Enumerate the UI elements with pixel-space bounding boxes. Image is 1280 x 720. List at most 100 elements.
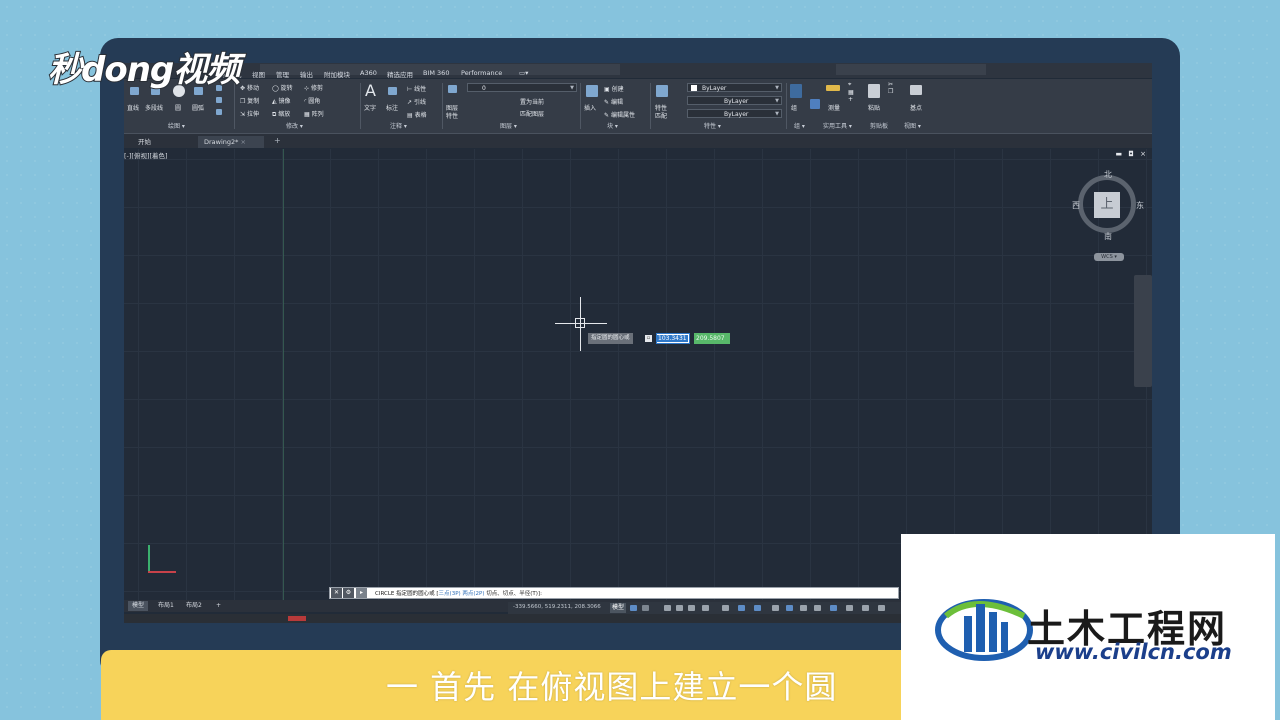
properties-panel-label[interactable]: 特性 ▾ [704, 121, 721, 130]
layer-dropdown[interactable]: 0 ▼ [467, 83, 577, 92]
gradient-icon[interactable] [216, 109, 222, 115]
dimension-button[interactable]: 标注 [386, 103, 398, 112]
wrench-icon[interactable]: ⚙ [343, 588, 354, 598]
add-layout-button[interactable]: + [212, 601, 225, 611]
insert-icon[interactable] [586, 85, 598, 97]
create-block-button[interactable]: ▣ 创建 [604, 84, 624, 93]
move-button[interactable]: ✥ 移动 [240, 83, 259, 92]
utilities-panel-label[interactable]: 实用工具 ▾ [823, 121, 852, 130]
block-panel-label[interactable]: 块 ▾ [607, 121, 618, 130]
base-view-icon[interactable] [910, 85, 922, 95]
text-icon[interactable]: A [365, 81, 376, 100]
arc-button[interactable]: 圆弧 [192, 103, 204, 112]
tab-model[interactable]: 模型 [128, 601, 149, 611]
circle-button[interactable]: 圆 [175, 103, 181, 112]
isodraft-icon[interactable] [722, 605, 729, 611]
compass-north[interactable]: 北 [1104, 169, 1112, 180]
copy-button[interactable]: ❐ 复制 [240, 96, 259, 105]
viewport-label[interactable]: [-][俯视][着色] [124, 150, 168, 160]
linetype-dropdown[interactable]: ByLayer ▼ [687, 96, 782, 105]
transparency-icon[interactable] [786, 605, 793, 611]
drawing-canvas[interactable]: [-][俯视][着色] ▬ ◘ × 上 北 南 东 西 WCS ▾ 指定圆的圆心… [124, 149, 1152, 600]
scale-button[interactable]: ⧉ 缩放 [272, 109, 290, 119]
customization-icon[interactable] [878, 605, 885, 611]
menu-output[interactable]: 输出 [300, 69, 313, 79]
array-button[interactable]: ▦ 阵列 [304, 109, 324, 118]
linear-button[interactable]: ⊢ 线性 [407, 84, 426, 93]
snap-icon[interactable] [642, 605, 649, 611]
match-layer-button[interactable]: 匹配图层 [520, 109, 544, 118]
menu-manage[interactable]: 管理 [276, 69, 289, 79]
compass-west[interactable]: 西 [1072, 200, 1080, 211]
hatch-icon[interactable] [216, 97, 222, 103]
workspace-icon[interactable] [862, 605, 869, 611]
model-space-button[interactable]: 模型 [610, 603, 627, 613]
line-button[interactable]: 直线 [127, 103, 139, 112]
lineweight-icon[interactable] [772, 605, 779, 611]
dynamic-input-icon[interactable] [676, 605, 683, 611]
rotate-button[interactable]: ◯ 旋转 [272, 83, 293, 92]
option-2p[interactable]: 两点(2P) [462, 591, 484, 597]
compass-east[interactable]: 东 [1136, 200, 1144, 211]
compass-south[interactable]: 南 [1104, 231, 1112, 242]
tab-drawing2[interactable]: Drawing2* × [198, 136, 264, 148]
menu-a360[interactable]: A360 [360, 69, 377, 77]
dynamic-ucs-icon[interactable] [830, 605, 837, 611]
recent-commands-icon[interactable]: ▸ [356, 588, 367, 598]
trim-button[interactable]: ⊹ 修剪 [304, 83, 323, 92]
navigation-bar[interactable] [1134, 275, 1152, 387]
menu-performance[interactable]: Performance [461, 69, 502, 77]
menu-addins[interactable]: 附加模块 [324, 69, 350, 79]
fillet-button[interactable]: ◜ 圆角 [304, 96, 320, 105]
tab-layout1[interactable]: 布局1 [154, 601, 178, 611]
viewcube-top-face[interactable]: 上 [1094, 192, 1120, 218]
paste-icon[interactable] [868, 84, 880, 98]
tab-layout2[interactable]: 布局2 [182, 601, 206, 611]
base-view-button[interactable]: 基点 [910, 103, 922, 112]
add-tab-button[interactable]: + [274, 136, 281, 145]
stretch-button[interactable]: ⇲ 拉伸 [240, 109, 259, 118]
viewport-controls[interactable]: ▬ ◘ × [1116, 150, 1148, 158]
edit-block-button[interactable]: ✎ 编辑 [604, 97, 623, 106]
clipboard-panel-label[interactable]: 剪贴板 [870, 121, 888, 130]
clipboard-icons[interactable]: ✂ ❐ [888, 81, 893, 95]
close-icon[interactable]: × [241, 138, 246, 146]
make-current-button[interactable]: 置为当前 [520, 97, 544, 106]
object-snap-tracking-icon[interactable] [738, 605, 745, 611]
menu-view[interactable]: 视图 [252, 69, 265, 79]
wcs-menu[interactable]: WCS ▾ [1094, 253, 1124, 261]
tab-start[interactable]: 开始 [132, 136, 157, 148]
cursor-coordinates[interactable]: -339.5660, 519.2311, 208.3066 [513, 604, 601, 610]
layers-panel-label[interactable]: 图层 ▾ [500, 121, 517, 130]
annotation-scale-icon[interactable] [846, 605, 853, 611]
dynamic-input-y-field[interactable]: 209.5807 [694, 333, 730, 344]
command-line[interactable]: ✕ ⚙ ▸ CIRCLE 指定圆的圆心或 [三点(3P) 两点(2P) 切点、切… [329, 587, 899, 599]
text-button[interactable]: 文字 [364, 103, 376, 112]
polar-icon[interactable] [702, 605, 709, 611]
paste-button[interactable]: 粘贴 [868, 103, 880, 112]
modify-panel-label[interactable]: 修改 ▾ [286, 121, 303, 130]
layer-properties-label-b[interactable]: 特性 [446, 111, 458, 120]
match-properties-icon[interactable] [656, 85, 668, 97]
match-properties-label-b[interactable]: 匹配 [655, 111, 667, 120]
option-ttr[interactable]: 切点、切点、半径(T)]: [486, 591, 542, 597]
object-snap-icon[interactable] [754, 605, 761, 611]
annotation-panel-label[interactable]: 注释 ▾ [390, 121, 407, 130]
3d-osnap-icon[interactable] [814, 605, 821, 611]
measure-icon[interactable] [826, 85, 840, 91]
utilities-icons[interactable]: ⌖ ▦ + [848, 81, 854, 103]
mirror-button[interactable]: ◭ 镜像 [272, 96, 291, 105]
close-command-icon[interactable]: ✕ [331, 588, 342, 598]
measure-button[interactable]: 测量 [828, 103, 840, 112]
group-button[interactable]: 组 [791, 103, 797, 112]
color-dropdown[interactable]: ByLayer ▼ [687, 83, 782, 92]
draw-panel-label[interactable]: 绘图 ▾ [168, 121, 185, 130]
table-button[interactable]: ▤ 表格 [407, 110, 427, 119]
edit-attributes-button[interactable]: ✎ 编辑属性 [604, 110, 635, 119]
selection-cycling-icon[interactable] [800, 605, 807, 611]
menu-bim360[interactable]: BIM 360 [423, 69, 449, 77]
dimension-icon[interactable] [388, 87, 397, 95]
ribbon-toggle-icon[interactable]: ▭▾ [519, 69, 528, 77]
ortho-icon[interactable] [688, 605, 695, 611]
polyline-button[interactable]: 多段线 [145, 103, 163, 112]
